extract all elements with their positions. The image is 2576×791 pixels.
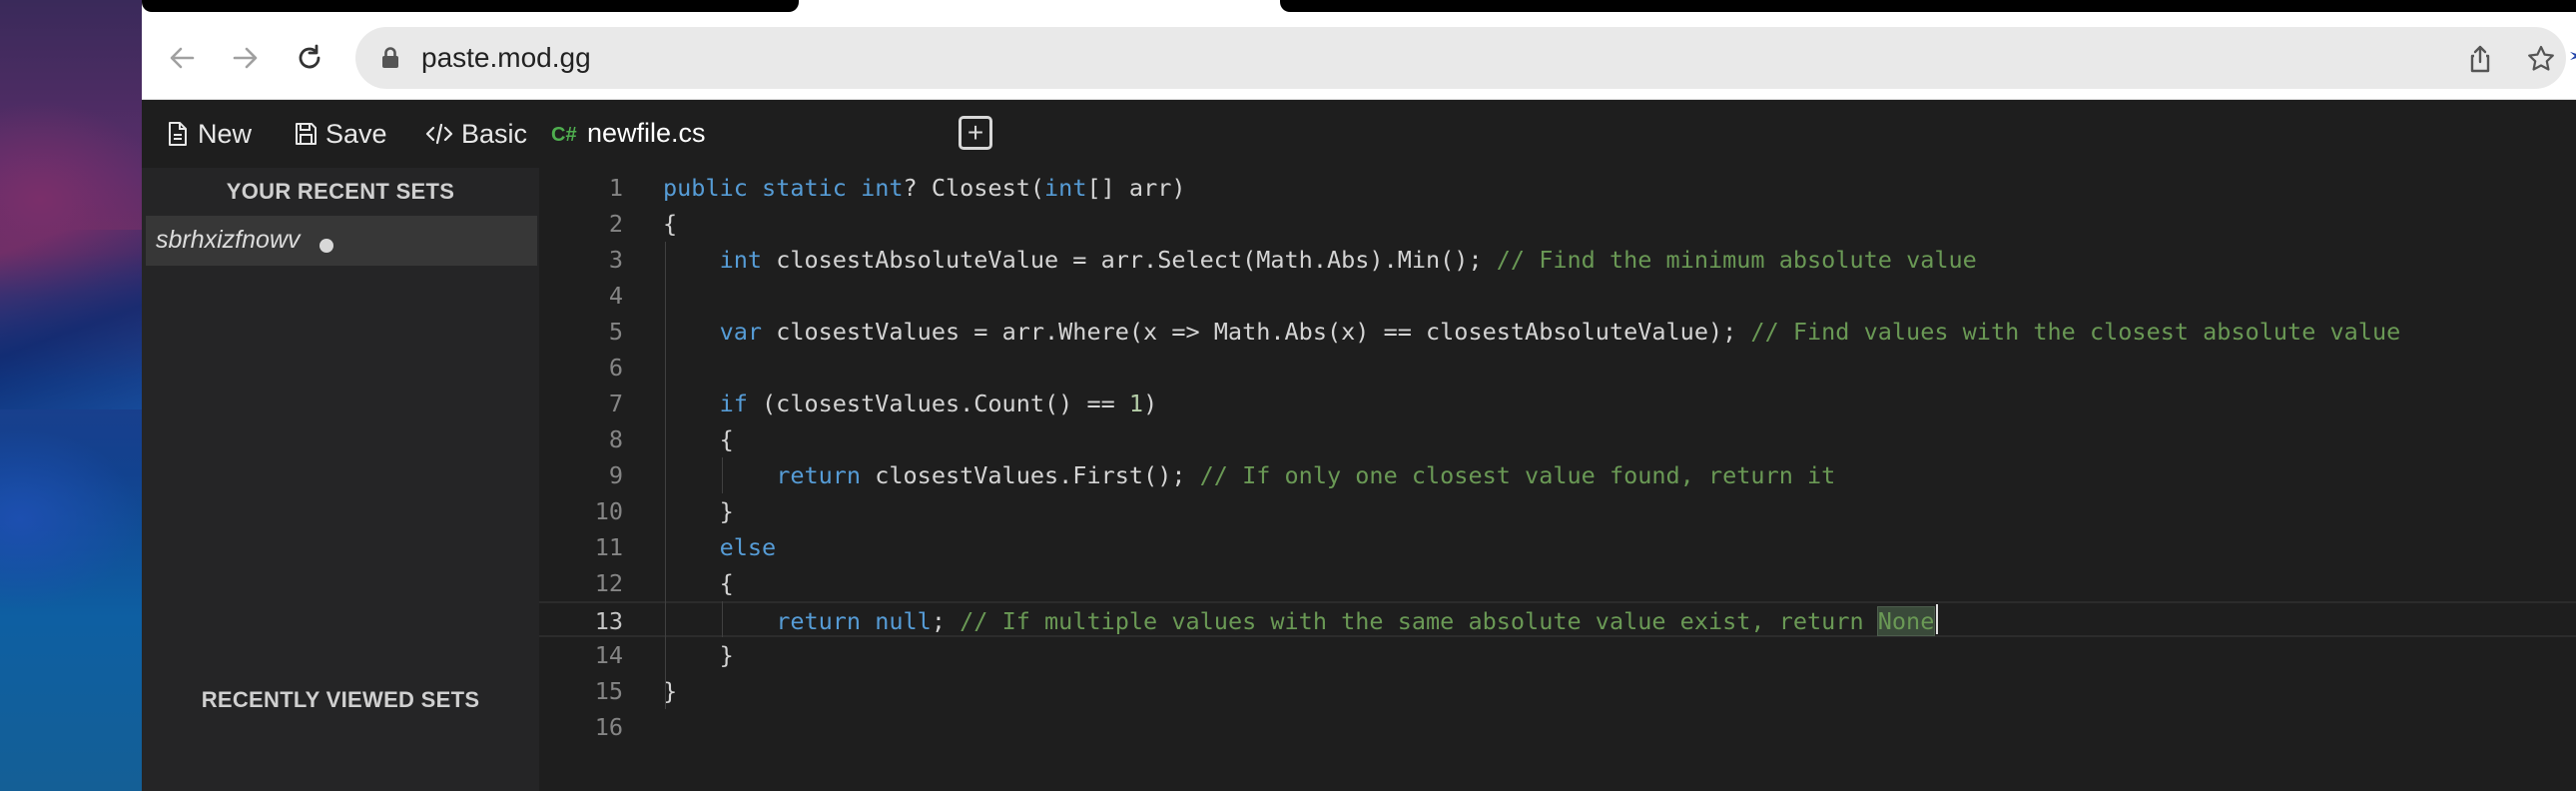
- line-number: 10: [594, 497, 623, 525]
- code-line[interactable]: 3 int closestAbsoluteValue = arr.Select(…: [539, 242, 2576, 278]
- line-number: 6: [608, 354, 623, 382]
- file-tab-name[interactable]: newfile.cs: [587, 118, 706, 149]
- code-text[interactable]: public static int? Closest(int[] arr): [663, 170, 1186, 206]
- line-number: 16: [594, 713, 623, 741]
- file-tab[interactable]: C# newfile.cs: [539, 100, 929, 168]
- bookmark-star-icon[interactable]: [2526, 44, 2556, 74]
- basic-mode-label: Basic: [461, 118, 528, 149]
- code-text[interactable]: if (closestValues.Count() == 1): [663, 386, 1158, 421]
- code-line[interactable]: 14 }: [539, 637, 2576, 673]
- code-text[interactable]: {: [663, 206, 677, 242]
- code-line[interactable]: 7 if (closestValues.Count() == 1): [539, 386, 2576, 421]
- code-line[interactable]: 15}: [539, 673, 2576, 709]
- code-line[interactable]: 12 {: [539, 565, 2576, 601]
- line-number: 15: [594, 677, 623, 705]
- unsaved-dot-icon: [320, 239, 333, 253]
- lock-icon: [382, 47, 398, 68]
- code-line[interactable]: 6: [539, 350, 2576, 386]
- code-text[interactable]: int closestAbsoluteValue = arr.Select(Ma…: [663, 242, 1977, 278]
- csharp-badge-icon: C#: [551, 124, 577, 146]
- indent-guide: [665, 242, 666, 709]
- code-line[interactable]: 4: [539, 278, 2576, 314]
- text-cursor: [1935, 604, 1938, 634]
- share-icon[interactable]: [2465, 44, 2495, 74]
- plus-icon: +: [966, 117, 984, 148]
- browser-toolbar: paste.mod.gg ✶: [142, 14, 2576, 100]
- code-line[interactable]: 5 var closestValues = arr.Where(x => Mat…: [539, 314, 2576, 350]
- code-line[interactable]: 1 public static int? Closest(int[] arr): [539, 170, 2576, 206]
- file-icon: [169, 122, 187, 146]
- recent-sets-heading: YOUR RECENT SETS: [226, 179, 455, 204]
- reload-icon[interactable]: [290, 38, 329, 78]
- indent-guide: [721, 601, 723, 637]
- forward-arrow-icon[interactable]: [226, 38, 266, 78]
- code-icon: [425, 123, 453, 145]
- code-text[interactable]: var closestValues = arr.Where(x => Math.…: [663, 314, 2401, 350]
- back-arrow-icon[interactable]: [162, 38, 202, 78]
- indent-guide: [721, 457, 723, 493]
- code-line[interactable]: 16: [539, 709, 2576, 745]
- line-number: 2: [608, 210, 623, 238]
- line-number: 7: [608, 390, 623, 417]
- code-line[interactable]: 2{: [539, 206, 2576, 242]
- line-number: 12: [594, 569, 623, 597]
- line-number: 1: [608, 174, 623, 202]
- new-button[interactable]: New: [166, 116, 252, 152]
- line-number: 8: [608, 425, 623, 453]
- code-text[interactable]: {: [663, 421, 734, 457]
- code-editor[interactable]: 1 public static int? Closest(int[] arr) 2{…: [539, 168, 2576, 791]
- line-number: 4: [608, 282, 623, 310]
- code-line[interactable]: 11 else: [539, 529, 2576, 565]
- code-line[interactable]: 8 {: [539, 421, 2576, 457]
- recently-viewed-heading: RECENTLY VIEWED SETS: [201, 687, 480, 712]
- code-text[interactable]: return closestValues.First(); // If only…: [663, 457, 1835, 493]
- line-number: 3: [608, 246, 623, 274]
- extension-icon[interactable]: ✶: [2568, 44, 2576, 70]
- browser-tab[interactable]: [1280, 0, 2576, 12]
- basic-mode-button[interactable]: Basic: [425, 116, 527, 152]
- browser-window: paste.mod.gg ✶ New Save: [142, 0, 2576, 791]
- recent-set-name: sbrhxizfnowv: [156, 226, 301, 254]
- save-button-label: Save: [325, 118, 387, 149]
- line-number: 14: [594, 641, 623, 669]
- browser-tab-strip: [142, 0, 2576, 14]
- line-number: 5: [608, 318, 623, 346]
- line-number: 9: [608, 461, 623, 489]
- line-number: 11: [594, 533, 623, 561]
- code-text[interactable]: }: [663, 637, 734, 673]
- address-bar[interactable]: paste.mod.gg: [355, 27, 2566, 89]
- code-text[interactable]: else: [663, 529, 777, 565]
- code-line[interactable]: 9 return closestValues.First(); // If on…: [539, 457, 2576, 493]
- app-header: New Save Basic: [142, 100, 2576, 168]
- save-button[interactable]: Save: [294, 116, 387, 152]
- code-text[interactable]: {: [663, 565, 734, 601]
- browser-tab[interactable]: [142, 0, 799, 12]
- add-file-button[interactable]: +: [959, 116, 992, 150]
- save-icon: [296, 123, 317, 145]
- sidebar: YOUR RECENT SETS sbrhxizfnowv RECENTLY V…: [142, 168, 539, 791]
- desktop-wallpaper: [0, 0, 142, 791]
- code-line[interactable]: 13 return null; // If multiple values wi…: [539, 601, 2576, 637]
- recent-set-item[interactable]: sbrhxizfnowv: [146, 216, 537, 266]
- code-text[interactable]: }: [663, 493, 734, 529]
- address-url[interactable]: paste.mod.gg: [421, 42, 591, 74]
- code-text[interactable]: return null; // If multiple values with …: [663, 603, 1936, 639]
- code-line[interactable]: 10 }: [539, 493, 2576, 529]
- new-button-label: New: [198, 118, 253, 149]
- line-number: 13: [594, 607, 623, 635]
